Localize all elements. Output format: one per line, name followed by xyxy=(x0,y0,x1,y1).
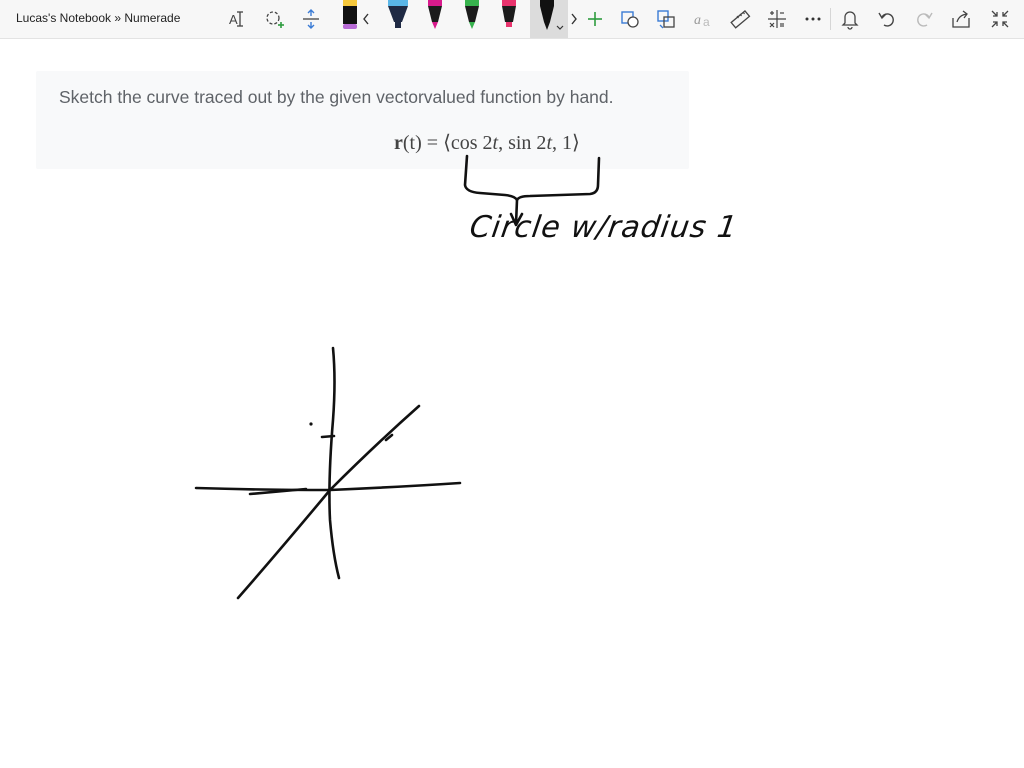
pen-magenta[interactable] xyxy=(422,0,448,38)
more-button[interactable] xyxy=(798,4,828,34)
share-button[interactable] xyxy=(946,4,976,34)
chevron-right-icon xyxy=(571,13,577,25)
ink-to-shape-icon xyxy=(657,10,675,29)
equation: r(t) = ⟨cos 2t, sin 2t, 1⟩ xyxy=(394,130,580,155)
equation-rhs-mid: , sin 2 xyxy=(498,132,547,154)
undo-icon xyxy=(878,12,894,27)
add-pen-button[interactable] xyxy=(580,4,610,34)
equation-r: r xyxy=(394,132,403,154)
text-select-icon: A xyxy=(229,11,243,27)
add-space-icon xyxy=(303,9,319,29)
question-prompt: Sketch the curve traced out by the given… xyxy=(59,87,614,107)
lasso-select-button[interactable] xyxy=(259,4,289,34)
svg-text:a: a xyxy=(694,13,701,28)
top-toolbar: Lucas's Notebook » Numerade A a a xyxy=(0,0,1024,39)
pen-icon xyxy=(465,0,479,29)
ruler-button[interactable] xyxy=(725,4,755,34)
toolbar-divider xyxy=(830,8,831,30)
add-space-button[interactable] xyxy=(296,4,326,34)
math-button[interactable] xyxy=(762,4,792,34)
ink-to-shape-button[interactable] xyxy=(651,4,681,34)
chevron-down-icon xyxy=(556,25,564,30)
fullscreen-icon xyxy=(991,10,1009,28)
ink-to-text-button[interactable]: a a xyxy=(688,4,718,34)
equation-lhs-arg: (t) xyxy=(402,132,422,154)
highlighter-icon xyxy=(388,0,408,28)
math-icon xyxy=(768,10,786,28)
shapes-icon xyxy=(621,11,639,28)
redo-button[interactable] xyxy=(909,4,939,34)
question-card xyxy=(36,71,689,169)
onenote-app: Lucas's Notebook » Numerade A a a Sketch… xyxy=(0,0,1024,768)
pen-black-selected[interactable] xyxy=(530,0,568,38)
equation-equals: = xyxy=(421,132,444,154)
undo-button[interactable] xyxy=(872,4,902,34)
notifications-button[interactable] xyxy=(835,4,865,34)
ruler-icon xyxy=(730,10,751,29)
chevron-left-icon xyxy=(363,13,369,25)
pen-pink[interactable] xyxy=(496,0,522,38)
lasso-select-icon xyxy=(266,11,284,28)
fullscreen-button[interactable] xyxy=(985,4,1015,34)
pen-icon xyxy=(540,0,564,30)
shapes-button[interactable] xyxy=(615,4,645,34)
svg-text:A: A xyxy=(229,12,238,27)
breadcrumb[interactable]: Lucas's Notebook » Numerade xyxy=(16,11,180,25)
pen-green[interactable] xyxy=(459,0,485,38)
equation-rhs-open: ⟨cos 2 xyxy=(443,132,493,154)
add-pen-icon xyxy=(588,12,602,26)
more-icon xyxy=(805,17,821,21)
pens-scroll-left[interactable] xyxy=(358,4,374,34)
svg-text:a: a xyxy=(703,15,710,29)
pen-icon xyxy=(502,0,516,27)
highlighter-blue[interactable] xyxy=(385,0,411,38)
redo-icon xyxy=(917,12,933,27)
share-icon xyxy=(952,10,970,28)
equation-rhs-close: , 1⟩ xyxy=(552,132,580,154)
ink-to-text-icon: a a xyxy=(694,13,710,29)
bell-icon xyxy=(841,11,859,30)
handwritten-annotation: Circle w/radius 1 xyxy=(467,210,740,245)
pen-icon xyxy=(428,0,442,29)
text-select-button[interactable]: A xyxy=(222,4,252,34)
